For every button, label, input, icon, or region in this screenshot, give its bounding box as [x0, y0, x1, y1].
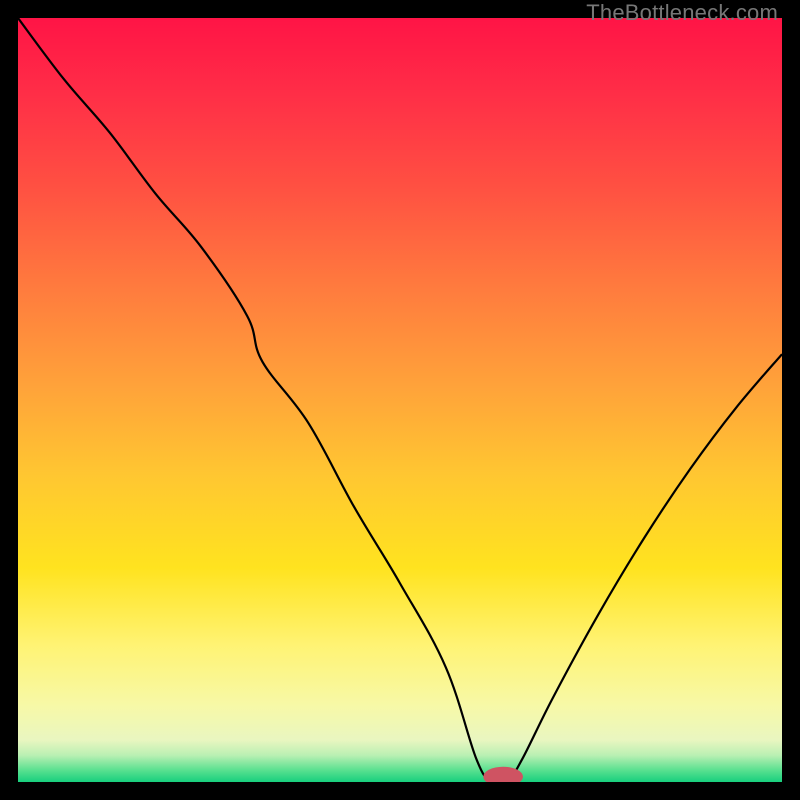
- chart-background: [18, 18, 782, 782]
- chart-frame: TheBottleneck.com: [0, 0, 800, 800]
- chart-plot-area: [18, 18, 782, 782]
- chart-svg: [18, 18, 782, 782]
